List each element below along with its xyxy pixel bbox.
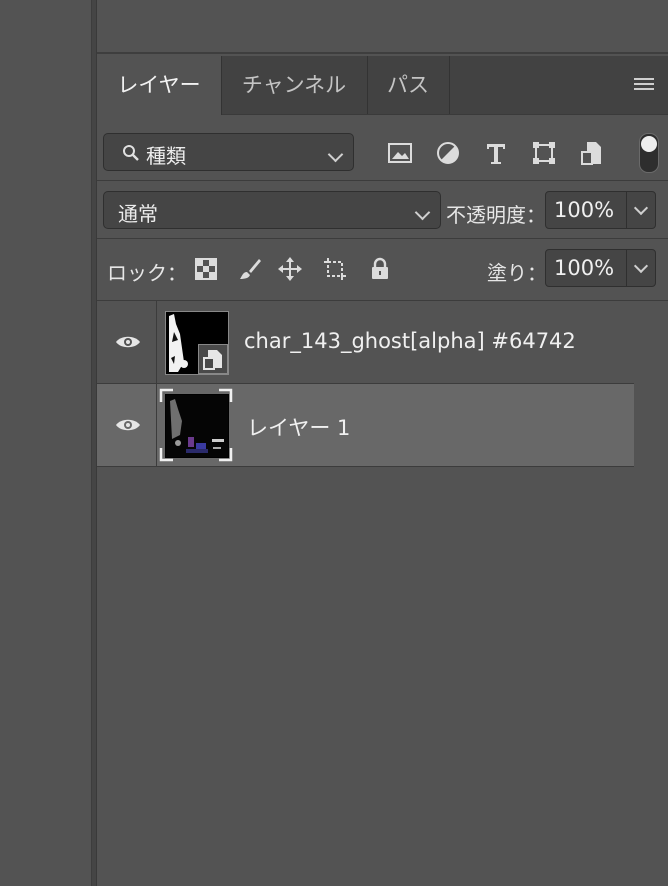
visibility-column-divider (156, 384, 157, 466)
search-icon (122, 143, 140, 161)
lock-artboard-icon[interactable] (322, 256, 348, 282)
smart-object-filter-icon[interactable] (579, 140, 605, 166)
type-filter-icon[interactable] (483, 140, 509, 166)
separator (97, 238, 668, 239)
tab-layers[interactable]: レイヤー (97, 56, 222, 115)
shape-filter-icon[interactable] (531, 140, 557, 166)
smart-object-badge-icon (198, 344, 228, 374)
chevron-down-icon (414, 204, 431, 221)
image-filter-icon[interactable] (387, 140, 413, 166)
left-workspace-strip (0, 0, 92, 886)
blend-mode-select[interactable]: 通常 (103, 191, 441, 229)
chevron-down-icon (633, 200, 649, 216)
panel-tab-bar: レイヤー チャンネル パス (97, 56, 668, 115)
upper-panel-area (97, 0, 668, 54)
visibility-column-divider (156, 301, 157, 383)
chevron-down-icon (327, 146, 344, 163)
layers-panel: レイヤー チャンネル パス 種類 通常 不透明度： 100% ロック： 塗り： … (97, 0, 668, 886)
filter-kind-label: 種類 (146, 144, 186, 168)
tab-paths[interactable]: パス (367, 56, 450, 114)
opacity-dropdown[interactable] (626, 192, 655, 228)
filter-kind-select[interactable]: 種類 (103, 133, 354, 171)
lock-label: ロック： (107, 261, 187, 285)
lock-all-icon[interactable] (367, 256, 393, 282)
lock-position-icon[interactable] (277, 256, 303, 282)
selection-corner-brackets (159, 388, 233, 462)
fill-dropdown[interactable] (626, 250, 655, 286)
layer-row-selected[interactable]: レイヤー 1 (97, 384, 634, 467)
separator (97, 180, 668, 181)
layer-row[interactable]: char_143_ghost[alpha] #64742 (97, 301, 634, 384)
chevron-down-icon (633, 258, 649, 274)
blend-mode-value: 通常 (118, 202, 158, 226)
layer-name[interactable]: char_143_ghost[alpha] #64742 (244, 329, 576, 353)
fill-value: 100% (554, 256, 615, 280)
layer-name[interactable]: レイヤー 1 (247, 412, 350, 442)
lock-image-pixels-icon[interactable] (237, 256, 263, 282)
layer-thumbnail[interactable] (165, 311, 229, 375)
panel-menu-icon[interactable] (634, 78, 654, 92)
opacity-field[interactable]: 100% (545, 191, 656, 229)
fill-label: 塗り： (487, 261, 547, 285)
tab-channels[interactable]: チャンネル (221, 56, 368, 114)
filter-toggle-switch[interactable] (639, 133, 659, 173)
opacity-value: 100% (554, 198, 615, 222)
adjustment-filter-icon[interactable] (435, 140, 461, 166)
fill-field[interactable]: 100% (545, 249, 656, 287)
opacity-label: 不透明度： (446, 203, 546, 227)
visibility-eye-icon[interactable] (115, 417, 141, 433)
visibility-eye-icon[interactable] (115, 334, 141, 350)
lock-transparent-pixels-icon[interactable] (193, 256, 219, 282)
